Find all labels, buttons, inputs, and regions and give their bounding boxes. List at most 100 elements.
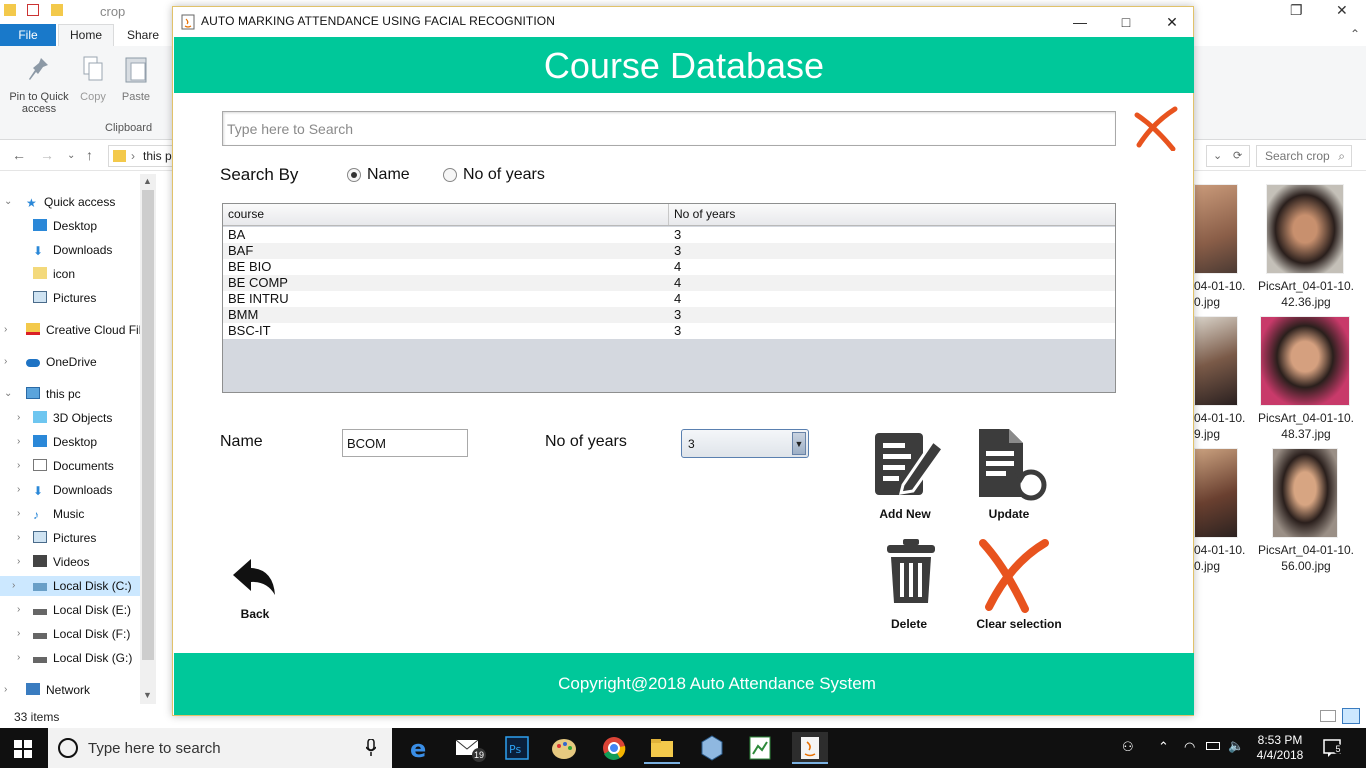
wifi-icon[interactable]: ◠ (1184, 739, 1195, 755)
clear-search-x-icon[interactable] (1133, 105, 1179, 151)
chevron-down-icon[interactable]: ▼ (792, 432, 806, 455)
chrome-icon[interactable] (596, 732, 632, 764)
nav-item-documents[interactable]: › Documents (17, 456, 114, 476)
nav-item-disk-c[interactable]: › Local Disk (C:) (0, 576, 140, 596)
taskbar-search-box[interactable]: Type here to search (48, 728, 392, 768)
expanded-chevron-icon[interactable]: ⌄ (4, 384, 16, 404)
microphone-icon[interactable] (366, 739, 376, 757)
photo-thumbnail[interactable] (1260, 316, 1350, 406)
expanded-chevron-icon[interactable]: ⌄ (4, 192, 16, 212)
collapsed-chevron-icon[interactable]: › (17, 408, 29, 428)
tab-home[interactable]: Home (58, 24, 114, 46)
scrollbar-thumb[interactable] (142, 190, 154, 660)
collapsed-chevron-icon[interactable]: › (17, 456, 29, 476)
scroll-down-icon[interactable]: ▼ (143, 690, 152, 700)
paint-icon[interactable] (548, 732, 584, 764)
up-arrow-icon[interactable]: ↑ (86, 147, 93, 163)
table-row[interactable]: BE INTRU 4 (223, 291, 1115, 307)
photo-thumbnail[interactable] (1194, 448, 1238, 538)
delete-button[interactable]: Delete (873, 535, 945, 635)
table-row[interactable]: BSC-IT 3 (223, 323, 1115, 339)
nav-item-videos[interactable]: › Videos (17, 552, 89, 572)
close-button[interactable]: ✕ (1149, 7, 1195, 37)
course-search-input[interactable] (222, 111, 1116, 146)
table-row[interactable]: BMM 3 (223, 307, 1115, 323)
collapsed-chevron-icon[interactable]: › (12, 576, 24, 596)
collapsed-chevron-icon[interactable]: › (17, 600, 29, 620)
nav-item-icon-folder[interactable]: icon (33, 264, 75, 284)
nav-scrollbar[interactable]: ▲ ▼ (140, 174, 156, 704)
properties-icon[interactable] (27, 4, 40, 16)
nav-item-pictures[interactable]: Pictures (33, 288, 96, 308)
collapsed-chevron-icon[interactable]: › (17, 552, 29, 572)
address-dropdown[interactable]: ⌄ ⟳ (1206, 145, 1250, 167)
nav-item-disk-f[interactable]: › Local Disk (F:) (17, 624, 130, 644)
taskbar-clock[interactable]: 8:53 PM 4/4/2018 (1250, 733, 1310, 763)
photo-thumbnail[interactable] (1194, 316, 1238, 406)
nav-item-3d-objects[interactable]: › 3D Objects (17, 408, 112, 428)
collapsed-chevron-icon[interactable]: › (17, 624, 29, 644)
action-center-icon[interactable]: 5 (1322, 738, 1344, 758)
course-name-field[interactable] (342, 429, 468, 457)
details-view-icon[interactable] (1320, 710, 1336, 722)
new-folder-icon[interactable] (50, 4, 63, 16)
back-arrow-icon[interactable]: ← (12, 147, 26, 163)
recent-chevron-icon[interactable]: ⌄ (67, 150, 75, 161)
folder-icon[interactable] (4, 4, 16, 16)
photo-thumbnail[interactable] (1194, 184, 1238, 274)
nav-item-desktop-pc[interactable]: › Desktop (17, 432, 97, 452)
collapsed-chevron-icon[interactable]: › (17, 528, 29, 548)
nav-item-music[interactable]: › ♪ Music (17, 504, 84, 524)
pin-to-quick-access-button[interactable]: Pin to Quick access (6, 54, 72, 115)
years-dropdown[interactable]: 3 ▼ (681, 429, 809, 458)
nav-item-downloads[interactable]: ⬇ Downloads (33, 240, 112, 260)
nav-item-pictures-pc[interactable]: › Pictures (17, 528, 96, 548)
explorer-search-input[interactable]: Search crop ⌕ (1256, 145, 1352, 167)
address-bar[interactable]: › this p (108, 145, 178, 167)
nav-item-downloads-pc[interactable]: › ⬇ Downloads (17, 480, 112, 500)
photo-thumbnail[interactable] (1272, 448, 1338, 538)
add-new-button[interactable]: Add New (865, 425, 946, 525)
nav-item-desktop[interactable]: Desktop (33, 216, 97, 236)
battery-icon[interactable] (1206, 742, 1220, 750)
refresh-icon[interactable]: ⟳ (1233, 146, 1242, 166)
collapsed-chevron-icon[interactable]: › (17, 432, 29, 452)
paste-button[interactable]: Paste (120, 54, 152, 103)
people-icon[interactable]: ⚇ (1122, 739, 1134, 755)
nav-item-disk-g[interactable]: › Local Disk (G:) (17, 648, 132, 668)
back-button[interactable]: Back (225, 557, 285, 627)
photo-thumbnail[interactable] (1266, 184, 1344, 274)
nav-item-onedrive[interactable]: › OneDrive (4, 352, 97, 372)
restore-icon[interactable]: ❐ (1290, 2, 1303, 19)
table-row[interactable]: BE BIO 4 (223, 259, 1115, 275)
column-header-course[interactable]: course (223, 204, 669, 225)
table-row[interactable]: BE COMP 4 (223, 275, 1115, 291)
collapsed-chevron-icon[interactable]: › (4, 680, 16, 700)
nav-item-creative-cloud[interactable]: › Creative Cloud Fil (4, 320, 141, 340)
collapsed-chevron-icon[interactable]: › (4, 352, 16, 372)
tab-share[interactable]: Share (118, 24, 168, 46)
nav-item-network[interactable]: › Network (4, 680, 90, 700)
minimize-button[interactable]: — (1057, 7, 1103, 37)
nav-item-this-pc[interactable]: ⌄ this pc (4, 384, 81, 404)
maximize-button[interactable]: □ (1103, 7, 1149, 37)
nav-item-disk-e[interactable]: › Local Disk (E:) (17, 600, 131, 620)
mail-icon[interactable]: 19 (452, 732, 488, 764)
virtualbox-icon[interactable] (694, 732, 730, 764)
collapsed-chevron-icon[interactable]: › (17, 480, 29, 500)
nav-item-quick-access[interactable]: ⌄ ★ Quick access (4, 192, 115, 212)
photoshop-icon[interactable]: Ps (500, 732, 536, 764)
close-icon[interactable]: ✕ (1336, 2, 1348, 19)
edge-icon[interactable]: e (402, 732, 438, 764)
collapsed-chevron-icon[interactable]: › (17, 504, 29, 524)
volume-icon[interactable]: 🔈 (1228, 738, 1244, 754)
collapsed-chevron-icon[interactable]: › (17, 648, 29, 668)
large-icons-view-icon[interactable] (1342, 708, 1360, 724)
file-explorer-icon[interactable] (644, 732, 680, 764)
update-button[interactable]: Update (969, 425, 1049, 525)
show-hidden-icons-chevron-icon[interactable]: ⌃ (1158, 739, 1169, 755)
clear-selection-button[interactable]: Clear selection (969, 535, 1069, 635)
table-row[interactable]: BAF 3 (223, 243, 1115, 259)
spreadsheet-icon[interactable] (742, 732, 778, 764)
table-row[interactable]: BA 3 (223, 227, 1115, 243)
